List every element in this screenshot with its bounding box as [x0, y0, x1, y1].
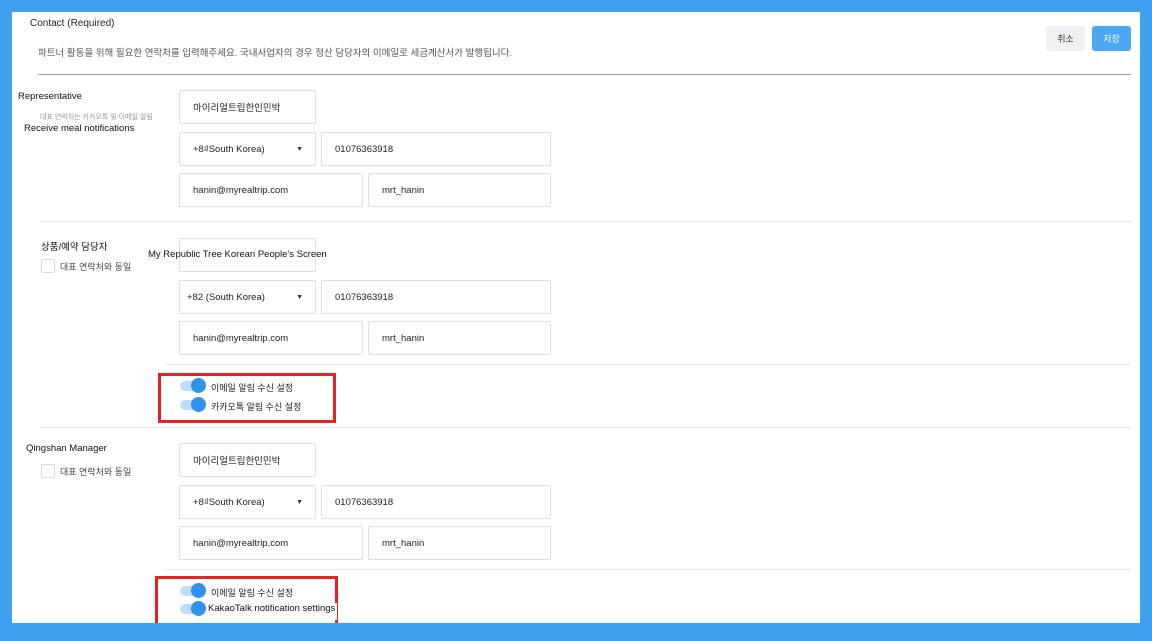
product-manager-name-overlay: My Republic Tree Korean People's Screen: [148, 249, 327, 260]
section-divider: [40, 427, 1131, 428]
product-manager-email-toggle[interactable]: [180, 378, 206, 393]
representative-name-field[interactable]: 마이리얼트립한인민박: [179, 90, 316, 124]
toggle-knob: [191, 601, 206, 616]
qingshan-manager-label: Qingshan Manager: [26, 443, 107, 454]
cancel-button[interactable]: 취소: [1046, 26, 1085, 51]
sub-divider: [166, 569, 1131, 570]
qingshan-manager-email-toggle[interactable]: [180, 583, 206, 598]
representative-label: Representative: [18, 91, 82, 102]
caret-down-icon: ▼: [296, 498, 303, 506]
qingshan-manager-kakao-toggle[interactable]: [180, 601, 206, 616]
qingshan-manager-phone-field[interactable]: 01076363918: [321, 485, 551, 519]
product-manager-id-field[interactable]: mrt_hanin: [368, 321, 551, 355]
qingshan-manager-id-field[interactable]: mrt_hanin: [368, 526, 551, 560]
qingshan-manager-country-select[interactable]: +8₫South Korea) ▼: [179, 485, 316, 519]
product-manager-kakao-toggle-label: 카카오톡 알림 수신 설정: [211, 402, 302, 412]
representative-overlay-text: Receive meal notifications: [24, 123, 135, 134]
representative-subtext: 대표 연락처는 카카오톡 및 이메일 알림: [40, 114, 153, 121]
representative-id-field[interactable]: mrt_hanin: [368, 173, 551, 207]
qingshan-manager-country-value: +8₫South Korea): [193, 496, 265, 508]
representative-email-field[interactable]: hanin@myrealtrip.com: [179, 173, 363, 207]
toggle-knob: [191, 397, 206, 412]
qingshan-manager-same-checkbox[interactable]: [41, 464, 55, 478]
sub-divider: [166, 364, 1131, 365]
product-manager-country-value: +82 (South Korea): [187, 291, 265, 303]
qingshan-manager-kakao-toggle-label: KakaoTalk notification settings: [206, 603, 338, 620]
product-manager-label: 상품/예약 담당자: [41, 242, 108, 253]
caret-down-icon: ▼: [296, 293, 303, 301]
product-manager-country-select[interactable]: +82 (South Korea) ▼: [179, 280, 316, 314]
qingshan-manager-name-field[interactable]: 마이리얼트립한인민박: [179, 443, 316, 477]
toggle-knob: [191, 378, 206, 393]
qingshan-manager-same-label: 대표 연락처와 동일: [60, 467, 132, 477]
product-manager-email-field[interactable]: hanin@myrealtrip.com: [179, 321, 363, 355]
save-button[interactable]: 저장: [1092, 26, 1131, 51]
section-divider: [40, 221, 1131, 222]
caret-down-icon: ▼: [296, 145, 303, 153]
product-manager-same-label: 대표 연락처와 동일: [60, 262, 132, 272]
product-manager-phone-field[interactable]: 01076363918: [321, 280, 551, 314]
representative-country-value: +8₫South Korea): [193, 143, 265, 155]
toggle-knob: [191, 583, 206, 598]
qingshan-manager-email-toggle-label: 이메일 알림 수신 설정: [211, 588, 294, 598]
header-divider: [38, 74, 1131, 75]
product-manager-kakao-toggle[interactable]: [180, 397, 206, 412]
product-manager-same-checkbox[interactable]: [41, 259, 55, 273]
contact-panel: Contact (Required) 파트너 활동을 위해 필요한 연락처를 입…: [12, 12, 1140, 623]
section-title: Contact (Required): [30, 18, 115, 29]
section-description: 파트너 활동을 위해 필요한 연락처를 입력해주세요. 국내사업자의 경우 정산…: [38, 48, 512, 59]
qingshan-manager-email-field[interactable]: hanin@myrealtrip.com: [179, 526, 363, 560]
representative-country-select[interactable]: +8₫South Korea) ▼: [179, 132, 316, 166]
product-manager-email-toggle-label: 이메일 알림 수신 설정: [211, 383, 294, 393]
representative-phone-field[interactable]: 01076363918: [321, 132, 551, 166]
